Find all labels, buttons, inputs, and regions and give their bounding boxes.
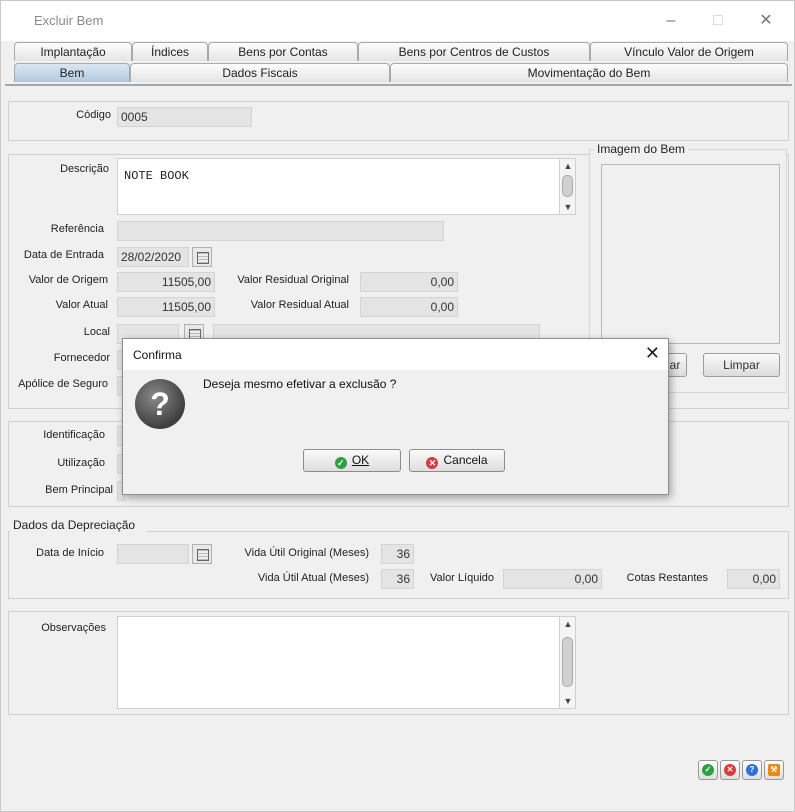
observacoes-label: Observações [41, 622, 106, 634]
minimize-icon[interactable]: – [651, 7, 691, 35]
dialog-title: Confirma [133, 348, 182, 362]
valor-residual-original-label: Valor Residual Original [237, 274, 349, 286]
title-bar: Excluir Bem – □ ✕ [1, 1, 794, 41]
x-icon: ✕ [426, 457, 439, 469]
valor-atual-label: Valor Atual [55, 299, 108, 311]
imagem-box[interactable] [601, 164, 780, 344]
imagem-title: Imagem do Bem [594, 142, 689, 156]
referencia-label: Referência [50, 223, 104, 235]
valor-liquido-field[interactable]: 0,00 [503, 569, 602, 589]
valor-residual-original-field[interactable]: 0,00 [360, 272, 458, 292]
calendar-icon[interactable] [192, 544, 212, 564]
vida-util-original-field[interactable]: 36 [381, 544, 414, 564]
depreciacao-title: Dados da Depreciação [10, 518, 148, 532]
data-entrada-label: Data de Entrada [23, 249, 104, 261]
tab-divider [5, 84, 792, 86]
cancel-button[interactable]: ✕ Cancela [409, 449, 505, 472]
codigo-label: Código [76, 109, 111, 121]
tab-vinculo-valor-de-origem[interactable]: Vínculo Valor de Origem [590, 42, 788, 61]
codigo-field[interactable]: 0005 [117, 107, 252, 127]
apolice-label: Apólice de Seguro [18, 378, 108, 390]
tab-bem[interactable]: Bem [14, 63, 130, 82]
question-icon: ? [135, 379, 185, 429]
calendar-icon[interactable] [192, 247, 212, 267]
referencia-field[interactable] [117, 221, 444, 241]
cancel-label: Cancela [443, 453, 488, 467]
descricao-textarea[interactable]: NOTE BOOK ▲ ▼ [117, 158, 576, 215]
observacoes-textarea[interactable]: ▲ ▼ [117, 616, 576, 709]
limpar-button[interactable]: Limpar [703, 353, 780, 377]
ok-button[interactable]: ✓ OK [303, 449, 401, 472]
scroll-up-icon[interactable]: ▲ [560, 159, 576, 173]
valor-origem-label: Valor de Origem [28, 274, 108, 286]
confirm-icon-button[interactable]: ✓ [698, 760, 718, 780]
dialog-title-bar: Confirma ✕ [123, 339, 668, 370]
fornecedor-label: Fornecedor [53, 352, 110, 364]
help-icon: ? [746, 764, 758, 776]
cotas-restantes-label: Cotas Restantes [626, 572, 708, 584]
ok-label: OK [351, 453, 370, 467]
tab-dados-fiscais[interactable]: Dados Fiscais [130, 63, 390, 82]
help-icon-button[interactable]: ? [742, 760, 762, 780]
close-icon[interactable]: ✕ [645, 343, 660, 364]
local-label: Local [83, 326, 110, 338]
descricao-scrollbar[interactable]: ▲ ▼ [559, 159, 575, 214]
data-entrada-field[interactable]: 28/02/2020 [117, 247, 189, 267]
utilizacao-label: Utilização [57, 457, 105, 469]
maximize-icon[interactable]: □ [698, 7, 738, 35]
bem-principal-label: Bem Principal [45, 484, 113, 496]
check-icon: ✓ [702, 764, 714, 776]
x-icon: ✕ [724, 764, 736, 776]
valor-residual-atual-label: Valor Residual Atual [250, 299, 349, 311]
valor-atual-field[interactable]: 11505,00 [117, 297, 215, 317]
check-icon: ✓ [334, 457, 347, 469]
valor-origem-field[interactable]: 11505,00 [117, 272, 215, 292]
descricao-label: Descrição [60, 163, 109, 175]
vida-util-original-label: Vida Útil Original (Meses) [244, 547, 369, 559]
observacoes-scrollbar[interactable]: ▲ ▼ [559, 617, 575, 708]
tools-icon-button[interactable]: ⚒ [764, 760, 784, 780]
wrench-icon: ⚒ [768, 764, 780, 776]
tab-indices[interactable]: Índices [132, 42, 208, 61]
vida-util-atual-field[interactable]: 36 [381, 569, 414, 589]
valor-residual-atual-field[interactable]: 0,00 [360, 297, 458, 317]
valor-liquido-label: Valor Líquido [429, 572, 494, 584]
identificacao-label: Identificação [43, 429, 105, 441]
confirm-dialog: Confirma ✕ ? Deseja mesmo efetivar a exc… [122, 338, 669, 495]
scroll-down-icon[interactable]: ▼ [560, 200, 576, 214]
scroll-thumb[interactable] [562, 175, 573, 197]
tab-movimentacao-do-bem[interactable]: Movimentação do Bem [390, 63, 788, 82]
scroll-up-icon[interactable]: ▲ [560, 617, 576, 631]
tab-implantacao[interactable]: Implantação [14, 42, 132, 61]
scroll-down-icon[interactable]: ▼ [560, 694, 576, 708]
tab-bens-por-centros-de-custos[interactable]: Bens por Centros de Custos [358, 42, 590, 61]
cotas-restantes-field[interactable]: 0,00 [727, 569, 780, 589]
dialog-message: Deseja mesmo efetivar a exclusão ? [203, 377, 397, 391]
close-icon[interactable]: ✕ [746, 7, 786, 35]
data-inicio-label: Data de Início [36, 547, 104, 559]
tab-bens-por-contas[interactable]: Bens por Contas [208, 42, 358, 61]
data-inicio-field[interactable] [117, 544, 189, 564]
window-title: Excluir Bem [34, 13, 104, 28]
cancel-icon-button[interactable]: ✕ [720, 760, 740, 780]
descricao-text: NOTE BOOK [124, 169, 189, 183]
scroll-thumb[interactable] [562, 637, 573, 687]
vida-util-atual-label: Vida Útil Atual (Meses) [257, 572, 369, 584]
